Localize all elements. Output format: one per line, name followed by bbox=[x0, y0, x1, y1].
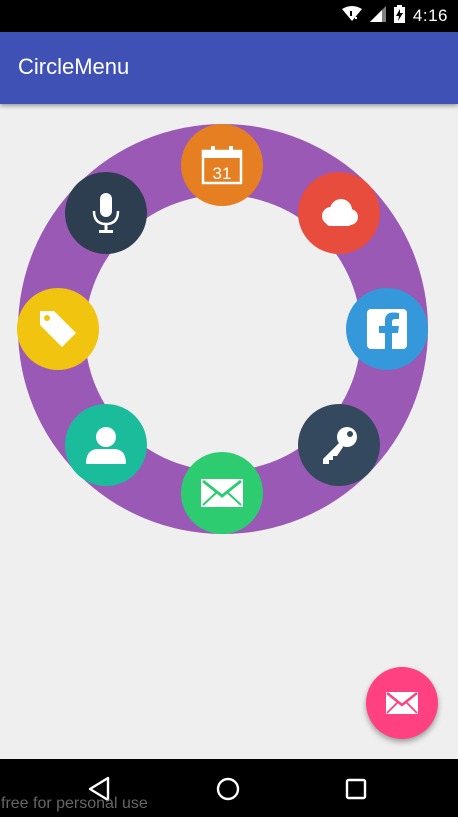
cloud-button[interactable] bbox=[298, 172, 380, 254]
status-bar: 4:16 bbox=[0, 0, 458, 32]
tag-icon bbox=[40, 311, 76, 347]
facebook-button[interactable] bbox=[346, 288, 428, 370]
user-button[interactable] bbox=[65, 404, 147, 486]
mail-icon bbox=[201, 479, 243, 507]
status-time: 4:16 bbox=[412, 6, 448, 25]
microphone-icon bbox=[92, 193, 120, 233]
battery-charging-icon bbox=[393, 4, 405, 28]
home-icon bbox=[216, 777, 240, 801]
cloud-icon bbox=[322, 199, 358, 226]
facebook-icon bbox=[367, 309, 407, 349]
screen: 4:16 CircleMenu 31 free for personal use bbox=[0, 0, 458, 817]
calendar-day-label: 31 bbox=[213, 164, 232, 183]
mail-button[interactable] bbox=[181, 452, 263, 534]
key-icon bbox=[323, 427, 357, 464]
watermark-text: free for personal use bbox=[1, 795, 148, 812]
app-title: CircleMenu bbox=[18, 54, 130, 79]
app-bar: CircleMenu bbox=[0, 32, 458, 104]
calendar-button[interactable]: 31 bbox=[181, 124, 263, 206]
tag-button[interactable] bbox=[17, 288, 99, 370]
signal-icon bbox=[369, 5, 386, 27]
recents-icon bbox=[345, 778, 367, 800]
microphone-button[interactable] bbox=[65, 172, 147, 254]
home-button[interactable] bbox=[208, 773, 248, 805]
calendar-icon: 31 bbox=[201, 146, 243, 185]
content-area: 31 bbox=[0, 104, 458, 759]
wifi-icon bbox=[341, 5, 362, 27]
status-icons: 4:16 bbox=[341, 0, 448, 32]
recents-button[interactable] bbox=[336, 773, 376, 805]
key-button[interactable] bbox=[298, 404, 380, 486]
fab-mail-button[interactable] bbox=[366, 667, 438, 739]
mail-icon bbox=[386, 692, 418, 714]
user-icon bbox=[86, 427, 126, 464]
